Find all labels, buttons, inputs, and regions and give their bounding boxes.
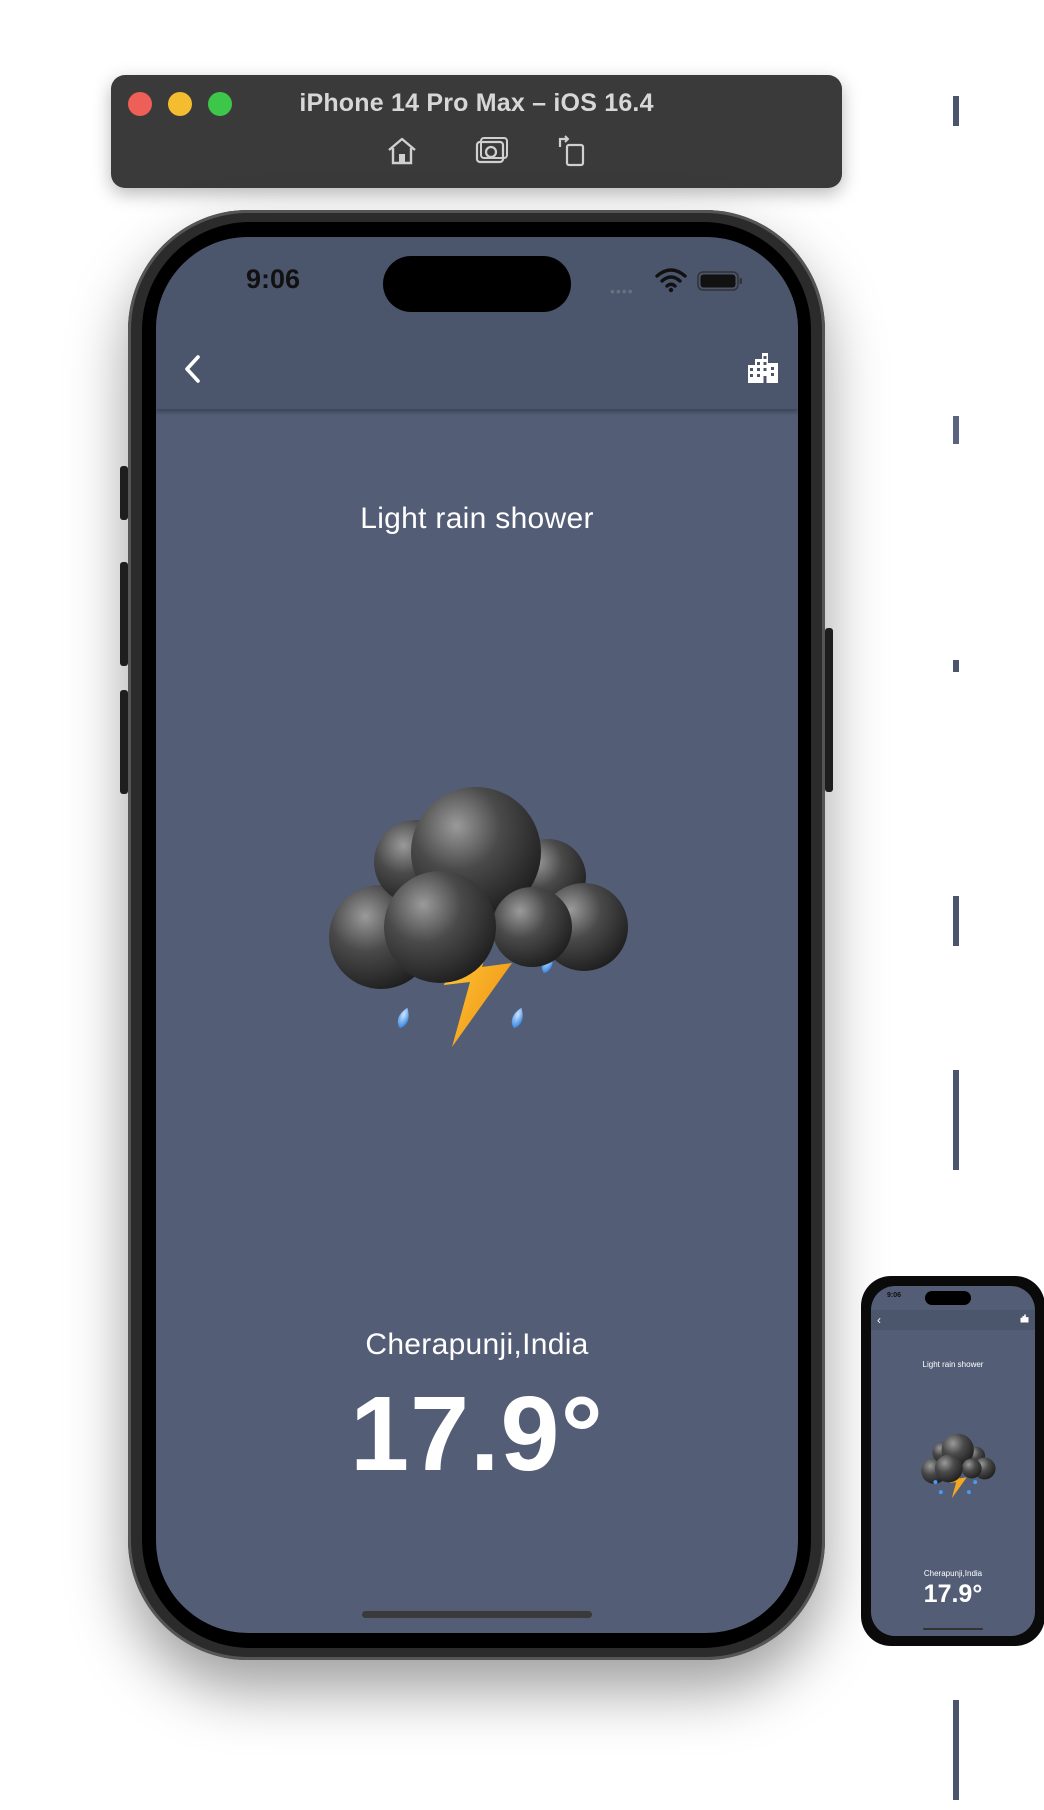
mini-chevron-left-icon: ‹ — [877, 1313, 881, 1327]
mini-home-indicator — [923, 1628, 983, 1630]
home-indicator[interactable] — [362, 1611, 592, 1618]
mini-weather-condition: Light rain shower — [922, 1360, 984, 1369]
status-bar: 9:06 •••• — [156, 237, 798, 337]
simulator-window-title: iPhone 14 Pro Max – iOS 16.4 — [299, 89, 654, 117]
city-button[interactable] — [746, 351, 780, 385]
rotate-button[interactable] — [554, 133, 590, 169]
simulator-titlebar: iPhone 14 Pro Max – iOS 16.4 — [111, 75, 842, 188]
screenshot-icon — [475, 137, 508, 164]
wifi-icon — [655, 268, 687, 293]
mini-app-bar: ‹ — [871, 1310, 1035, 1330]
weather-condition: Light rain shower — [360, 502, 594, 535]
cellular-signal: •••• — [610, 283, 634, 299]
mini-screen: 9:06 ‹ Light rain shower Cherapunji,Indi… — [871, 1286, 1035, 1636]
chevron-left-icon — [185, 355, 200, 383]
dynamic-island — [383, 256, 571, 312]
location-label: Cherapunji,India — [365, 1328, 589, 1361]
volume-up-button — [120, 562, 128, 666]
back-button[interactable] — [176, 351, 212, 387]
mini-status-time: 9:06 — [887, 1292, 902, 1299]
thunderstorm-cloud-icon — [329, 787, 628, 1047]
status-time: 9:06 — [246, 264, 301, 294]
power-button — [825, 628, 833, 792]
volume-down-button — [120, 690, 128, 794]
mini-phone-preview: 9:06 ‹ Light rain shower Cherapunji,Indi… — [861, 1276, 1044, 1646]
city-icon — [748, 353, 778, 383]
rotate-icon — [558, 135, 585, 167]
mini-temperature-value: 17.9° — [923, 1580, 983, 1608]
mini-city-icon — [1020, 1314, 1029, 1323]
action-button — [120, 466, 128, 520]
mini-thunderstorm-cloud-icon — [921, 1433, 996, 1499]
temperature-value: 17.9° — [350, 1375, 604, 1493]
phone-screen: 9:06 •••• Light rain shower Cherapunji,I… — [156, 237, 798, 1633]
battery-icon — [697, 271, 742, 291]
mini-location-label: Cherapunji,India — [923, 1569, 983, 1578]
simulator-toolbar — [111, 133, 842, 169]
home-button[interactable] — [384, 133, 420, 169]
home-icon — [388, 137, 416, 165]
app-bar — [156, 337, 798, 409]
mini-dynamic-island — [925, 1291, 971, 1305]
screenshot-button[interactable] — [473, 133, 509, 169]
